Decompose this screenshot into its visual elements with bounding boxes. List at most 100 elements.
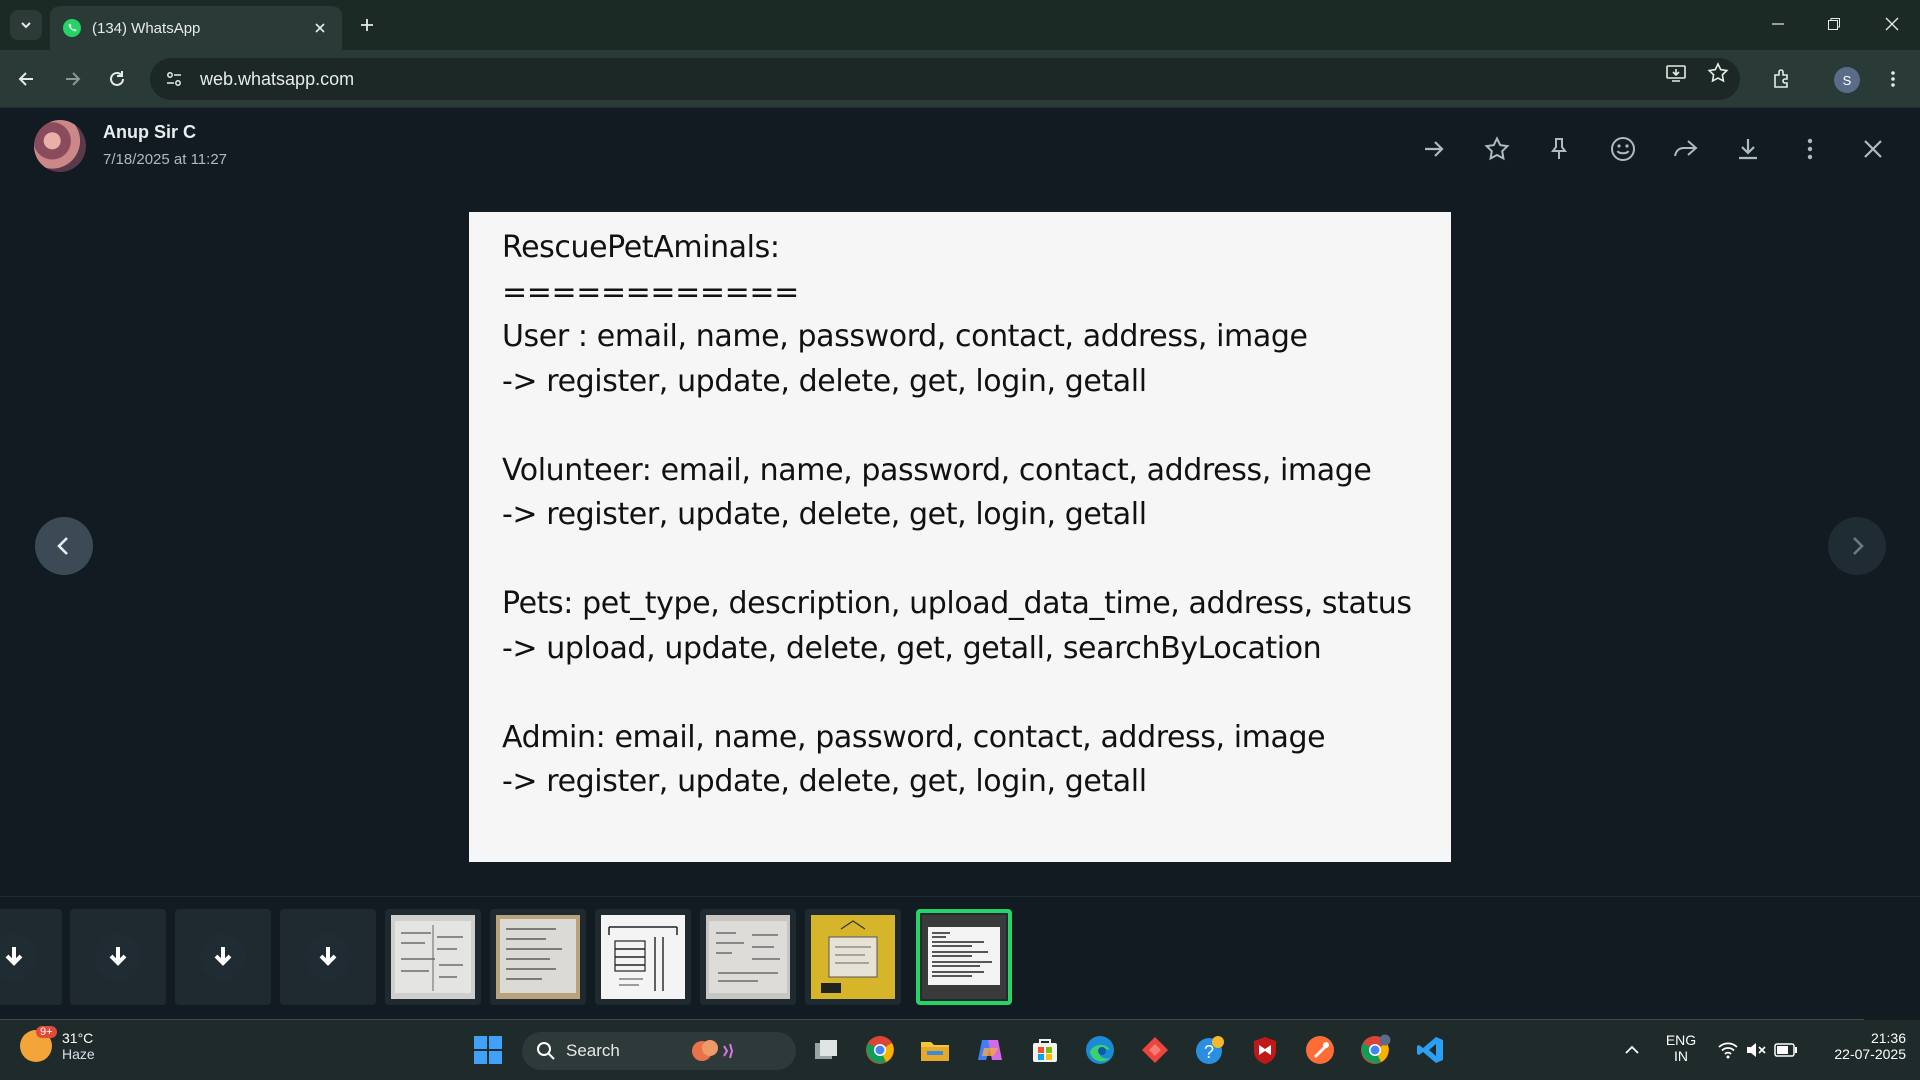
more-options-icon[interactable] [1793, 132, 1827, 166]
clock-date: 22-07-2025 [1834, 1046, 1906, 1062]
postman-icon[interactable] [1302, 1032, 1338, 1068]
image-text-line: -> upload, update, delete, get, getall, … [502, 630, 1322, 666]
media-thumbnail[interactable] [0, 909, 62, 1005]
address-bar[interactable]: web.whatsapp.com [150, 58, 1740, 100]
media-thumbnail[interactable] [280, 909, 376, 1005]
windows-taskbar: 9+ 31°C Haze Search ? ENG IN 21:36 22-07… [0, 1020, 1920, 1080]
forward-button[interactable] [57, 64, 87, 94]
search-icon [537, 1042, 555, 1060]
image-text-line: Volunteer: email, name, password, contac… [502, 452, 1372, 488]
media-thumbnail-strip [0, 896, 1920, 1022]
media-thumbnail[interactable] [490, 909, 586, 1005]
sender-name[interactable]: Anup Sir C [103, 122, 196, 143]
help-icon[interactable]: ? [1192, 1032, 1228, 1068]
previous-media-button[interactable] [35, 517, 93, 575]
windows-start-icon[interactable] [470, 1032, 506, 1068]
profile-avatar[interactable]: S [1834, 67, 1860, 93]
whiteboard-thumbnail-image [391, 915, 475, 999]
mcafee-icon[interactable] [1247, 1032, 1283, 1068]
media-thumbnail-selected[interactable] [916, 909, 1012, 1005]
text-thumbnail-image [922, 915, 1006, 999]
close-viewer-icon[interactable] [1856, 132, 1890, 166]
download-icon[interactable] [1731, 132, 1765, 166]
minimize-button[interactable] [1758, 8, 1798, 40]
language-indicator[interactable]: ENG IN [1662, 1032, 1700, 1064]
download-thumb-icon [305, 934, 351, 980]
new-tab-button[interactable] [354, 12, 380, 38]
image-text-line: ============ [502, 274, 799, 310]
go-to-message-icon[interactable] [1417, 132, 1451, 166]
anydesk-icon[interactable] [1137, 1032, 1173, 1068]
extensions-icon[interactable] [1767, 64, 1797, 94]
arrow-right-icon [66, 72, 81, 86]
image-text-line: Admin: email, name, password, contact, a… [502, 719, 1326, 755]
star-icon[interactable] [1480, 132, 1514, 166]
next-media-button[interactable] [1828, 517, 1886, 575]
clock[interactable]: 21:36 22-07-2025 [1816, 1030, 1906, 1062]
browser-toolbar: web.whatsapp.com S [0, 50, 1920, 108]
chevron-up-icon [1625, 1045, 1639, 1054]
download-thumb-icon [95, 934, 141, 980]
vscode-icon[interactable] [1412, 1032, 1448, 1068]
forward-icon[interactable] [1668, 132, 1702, 166]
image-text-line: User : email, name, password, contact, a… [502, 319, 1308, 354]
weather-widget[interactable]: 9+ 31°C Haze [20, 1026, 95, 1062]
close-window-button[interactable] [1872, 8, 1912, 40]
image-text-line: Pets: pet_type, description, upload_data… [502, 586, 1412, 621]
download-thumb-icon [0, 934, 37, 980]
chrome-icon[interactable] [1357, 1032, 1393, 1068]
microsoft-store-icon[interactable] [1027, 1032, 1063, 1068]
message-timestamp: 7/18/2025 at 11:27 [103, 151, 227, 168]
chrome-profile-icon[interactable] [862, 1032, 898, 1068]
chevron-down-icon [21, 22, 31, 29]
whatsapp-icon [63, 19, 81, 37]
chevron-left-icon [57, 537, 68, 555]
media-viewer-header: Anup Sir C 7/18/2025 at 11:27 [0, 108, 1920, 188]
install-app-icon[interactable] [1662, 59, 1690, 87]
task-view-icon[interactable] [808, 1032, 844, 1068]
media-thumbnail[interactable] [385, 909, 481, 1005]
tab-whatsapp[interactable]: (134) WhatsApp [50, 6, 342, 50]
battery-icon[interactable] [1768, 1032, 1804, 1068]
media-thumbnail[interactable] [595, 909, 691, 1005]
edge-icon[interactable] [1082, 1032, 1118, 1068]
search-label: Search [566, 1041, 620, 1060]
taskbar-search[interactable]: Search [522, 1032, 796, 1070]
reload-button[interactable] [102, 64, 132, 94]
media-thumbnail[interactable] [175, 909, 271, 1005]
sender-avatar[interactable] [34, 120, 86, 172]
back-button[interactable] [12, 64, 42, 94]
weather-sun-icon: 9+ [20, 1026, 57, 1062]
restore-button[interactable] [1814, 8, 1854, 40]
minimize-icon [1772, 23, 1784, 25]
reload-icon [110, 71, 124, 86]
media-thumbnail[interactable] [805, 909, 901, 1005]
clock-time: 21:36 [1870, 1030, 1906, 1046]
more-vertical-icon [1891, 71, 1895, 87]
diagram-thumbnail-image [601, 915, 685, 999]
bookmark-star-icon[interactable] [1704, 59, 1732, 87]
weather-temperature: 31°C [62, 1030, 94, 1046]
close-tab-icon[interactable] [310, 18, 330, 38]
search-highlight-icon [691, 1040, 733, 1061]
react-emoji-icon[interactable] [1606, 132, 1640, 166]
site-settings-icon[interactable] [162, 67, 186, 91]
close-icon [1885, 17, 1899, 31]
chevron-right-icon [1853, 537, 1864, 555]
copilot-icon[interactable] [972, 1032, 1008, 1068]
media-thumbnail[interactable] [700, 909, 796, 1005]
image-text-line: -> register, update, delete, get, login,… [502, 764, 1147, 799]
image-text-line [502, 404, 1451, 449]
tab-search-button[interactable] [10, 10, 42, 40]
weather-badge: 9+ [36, 1026, 57, 1038]
plus-icon [361, 19, 373, 31]
whiteboard-thumbnail-image [706, 915, 790, 999]
file-explorer-icon[interactable] [917, 1032, 953, 1068]
media-thumbnail[interactable] [70, 909, 166, 1005]
notice-thumbnail-image [811, 915, 895, 999]
browser-menu-button[interactable] [1878, 64, 1908, 94]
download-thumb-icon [200, 934, 246, 980]
pin-icon[interactable] [1542, 132, 1576, 166]
show-hidden-icons[interactable] [1614, 1032, 1650, 1068]
weather-condition: Haze [62, 1046, 95, 1062]
